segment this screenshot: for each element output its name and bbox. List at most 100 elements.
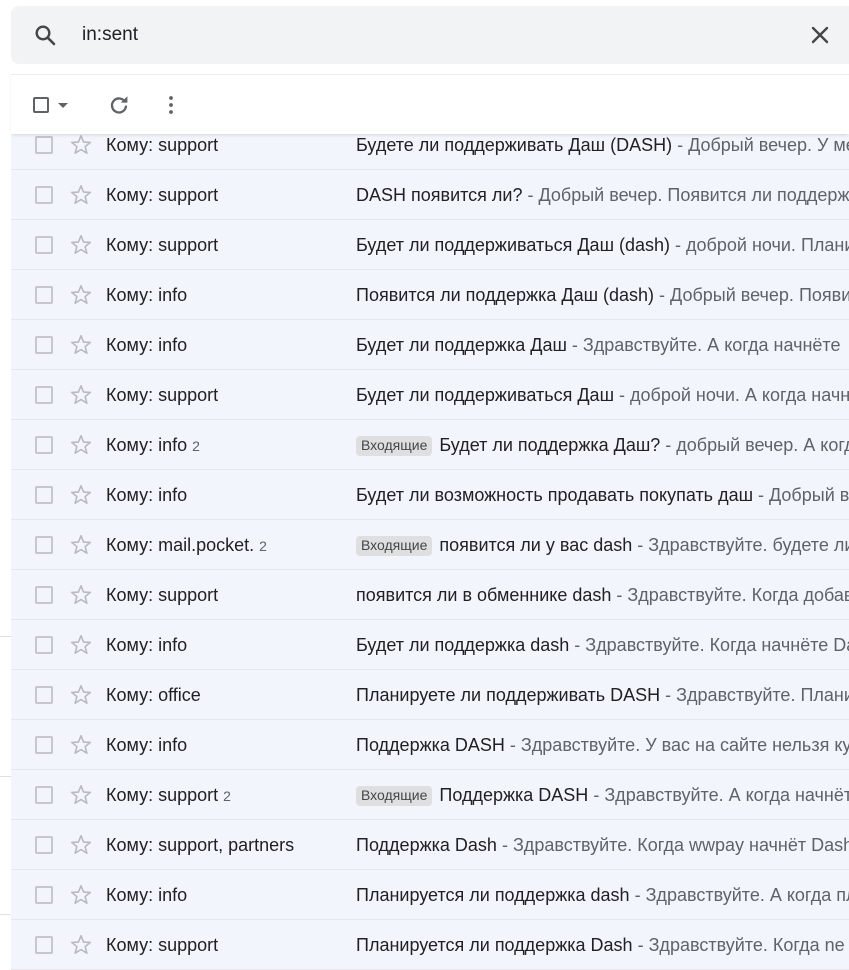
email-row[interactable]: Кому: infoБудет ли возможность продавать… — [11, 470, 849, 520]
close-icon[interactable] — [808, 23, 832, 47]
snippet: Здравствуйте. Когда wwpay начнёт Dash — [513, 835, 849, 855]
sender-name: Кому: support — [106, 185, 218, 205]
star-icon[interactable] — [69, 633, 93, 657]
star-icon[interactable] — [69, 233, 93, 257]
snippet: Здравствуйте. Когда начнёте Dash — [585, 635, 849, 655]
row-checkbox[interactable] — [35, 236, 53, 254]
star-icon[interactable] — [69, 483, 93, 507]
star-icon[interactable] — [69, 433, 93, 457]
email-row[interactable]: Кому: mail.pocket.2Входящиепоявится ли у… — [11, 520, 849, 570]
snippet: Здравствуйте. У вас на сайте нельзя купи… — [521, 735, 849, 755]
more-options-button[interactable] — [159, 93, 183, 117]
label-badge[interactable]: Входящие — [356, 786, 432, 806]
divider — [0, 776, 11, 777]
email-row[interactable]: Кому: support2ВходящиеПоддержка DASH - З… — [11, 770, 849, 820]
search-input[interactable] — [82, 20, 762, 50]
chevron-down-icon[interactable] — [58, 103, 68, 108]
snippet-separator: - — [611, 585, 627, 605]
sender-name: Кому: support — [106, 935, 218, 955]
row-checkbox[interactable] — [35, 436, 53, 454]
divider — [0, 636, 11, 637]
email-row[interactable]: Кому: infoПланируется ли поддержка dash … — [11, 870, 849, 920]
star-icon[interactable] — [69, 333, 93, 357]
sender-name: Кому: support — [106, 785, 218, 805]
row-checkbox[interactable] — [35, 886, 53, 904]
row-checkbox[interactable] — [35, 336, 53, 354]
sender-name: Кому: info — [106, 635, 187, 655]
snippet-separator: - — [672, 135, 688, 155]
sender-name: Кому: support, partners — [106, 835, 294, 855]
snippet: Добрый вечер. Появится ли поддержка — [539, 185, 849, 205]
star-icon[interactable] — [69, 583, 93, 607]
sender: Кому: support — [106, 185, 218, 205]
sender-name: Кому: support — [106, 235, 218, 255]
email-row[interactable]: Кому: supportБудет ли поддерживаться Даш… — [11, 370, 849, 420]
star-icon[interactable] — [69, 683, 93, 707]
email-row[interactable]: Кому: infoБудет ли поддержка Даш - Здрав… — [11, 320, 849, 370]
refresh-button[interactable] — [107, 93, 131, 117]
subject: Планируется ли поддержка dash — [356, 885, 630, 905]
sender: Кому: support — [106, 935, 218, 955]
sender-name: Кому: info — [106, 435, 187, 455]
row-checkbox[interactable] — [35, 786, 53, 804]
select-all-button[interactable] — [33, 93, 68, 117]
star-icon[interactable] — [69, 933, 93, 957]
star-icon[interactable] — [69, 533, 93, 557]
snippet-separator: - — [497, 835, 513, 855]
star-icon[interactable] — [69, 383, 93, 407]
refresh-icon[interactable] — [107, 93, 131, 117]
email-row[interactable]: Кому: info2ВходящиеБудет ли поддержка Да… — [11, 420, 849, 470]
row-checkbox[interactable] — [35, 736, 53, 754]
row-checkbox[interactable] — [35, 536, 53, 554]
search-icon[interactable] — [33, 23, 57, 47]
row-checkbox[interactable] — [35, 486, 53, 504]
sender: Кому: support, partners — [106, 835, 294, 855]
email-row[interactable]: Кому: support, partnersПоддержка Dash - … — [11, 820, 849, 870]
checkbox-icon[interactable] — [33, 97, 49, 113]
row-checkbox[interactable] — [35, 186, 53, 204]
sender: Кому: info — [106, 885, 187, 905]
email-row[interactable]: Кому: infoПоявится ли поддержка Даш (das… — [11, 270, 849, 320]
sender-name: Кому: support — [106, 585, 218, 605]
sender-name: Кому: info — [106, 485, 187, 505]
row-checkbox[interactable] — [35, 636, 53, 654]
snippet-separator: - — [654, 285, 670, 305]
star-icon[interactable] — [69, 283, 93, 307]
label-badge[interactable]: Входящие — [356, 436, 432, 456]
subject: DASH появится ли? — [356, 185, 523, 205]
subject: Будет ли поддержка dash — [356, 635, 569, 655]
subject: Появится ли поддержка Даш (dash) — [356, 285, 654, 305]
email-row[interactable]: Кому: supportПланируется ли поддержка Da… — [11, 920, 849, 970]
row-checkbox[interactable] — [35, 936, 53, 954]
email-row[interactable]: Кому: supportпоявится ли в обменнике das… — [11, 570, 849, 620]
sender-name: Кому: info — [106, 335, 187, 355]
row-checkbox[interactable] — [35, 586, 53, 604]
sender: Кому: info — [106, 635, 187, 655]
row-checkbox[interactable] — [35, 686, 53, 704]
email-row[interactable]: Кому: officeПланируете ли поддерживать D… — [11, 670, 849, 720]
email-content: Появится ли поддержка Даш (dash) - Добры… — [356, 285, 849, 305]
subject: Будет ли поддерживаться Даш — [356, 385, 614, 405]
email-row[interactable]: Кому: supportБудет ли поддерживаться Даш… — [11, 220, 849, 270]
subject: Поддержка Dash — [356, 835, 497, 855]
star-icon[interactable] — [69, 833, 93, 857]
email-list: Кому: supportБудете ли поддерживать Даш … — [11, 120, 849, 970]
star-icon[interactable] — [69, 133, 93, 157]
star-icon[interactable] — [69, 733, 93, 757]
star-icon[interactable] — [69, 183, 93, 207]
email-row[interactable]: Кому: infoПоддержка DASH - Здравствуйте.… — [11, 720, 849, 770]
sender-name: Кому: office — [106, 685, 201, 705]
sender: Кому: support — [106, 235, 218, 255]
star-icon[interactable] — [69, 883, 93, 907]
row-checkbox[interactable] — [35, 836, 53, 854]
sender: Кому: office — [106, 685, 201, 705]
row-checkbox[interactable] — [35, 136, 53, 154]
label-badge[interactable]: Входящие — [356, 536, 432, 556]
email-row[interactable]: Кому: supportDASH появится ли? - Добрый … — [11, 170, 849, 220]
star-icon[interactable] — [69, 783, 93, 807]
email-row[interactable]: Кому: infoБудет ли поддержка dash - Здра… — [11, 620, 849, 670]
sender: Кому: info — [106, 735, 187, 755]
row-checkbox[interactable] — [35, 386, 53, 404]
more-vert-icon[interactable] — [159, 93, 183, 117]
row-checkbox[interactable] — [35, 286, 53, 304]
